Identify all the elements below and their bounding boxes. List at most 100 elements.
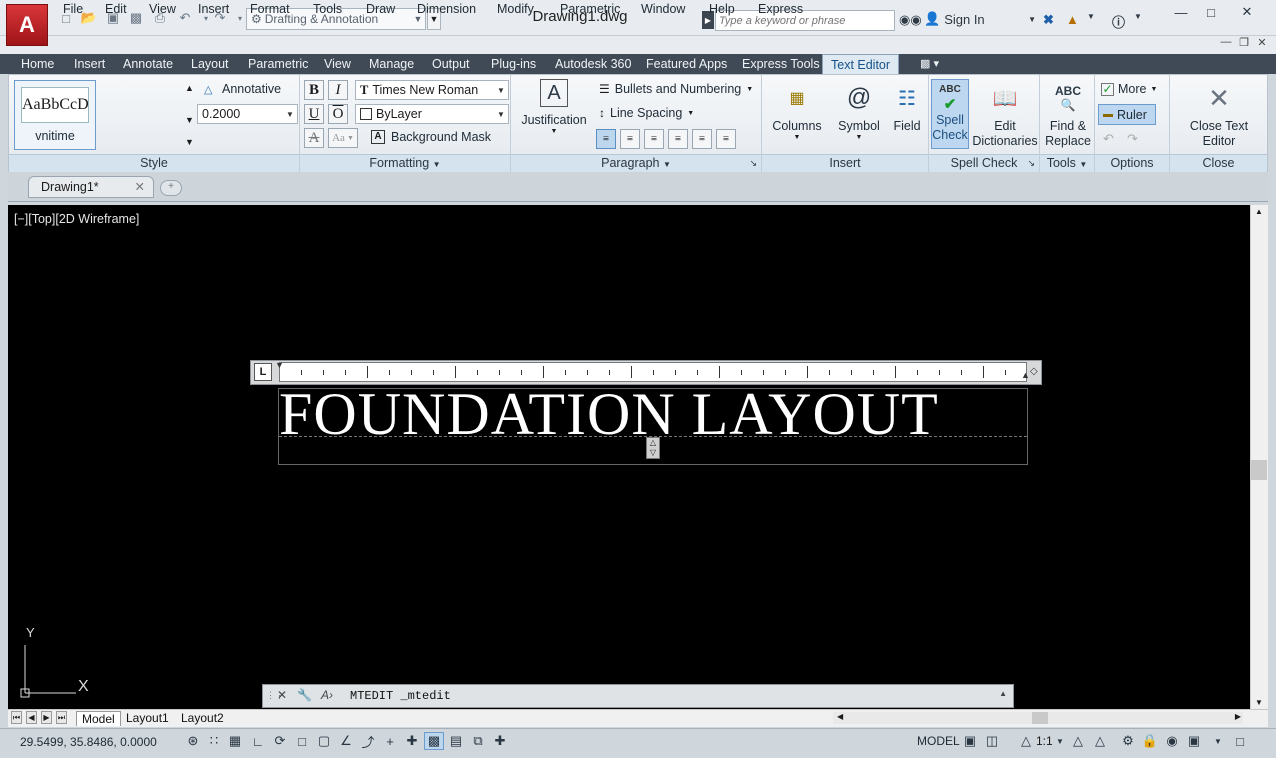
close-window-button[interactable]: ✕ [1232, 2, 1262, 22]
menu-tools[interactable]: Tools [313, 0, 342, 18]
infer-constraints-icon[interactable]: ⊛ [183, 732, 203, 750]
underline-button[interactable]: U [304, 104, 324, 124]
tab-output[interactable]: Output [432, 54, 470, 74]
quick-properties-icon[interactable]: ▤ [446, 732, 466, 750]
search-input[interactable] [715, 10, 895, 31]
new-drawing-tab-button[interactable]: + [160, 180, 182, 196]
lock-icon[interactable]: 🔒 [1140, 732, 1160, 750]
undo-icon[interactable]: ↶ [1103, 131, 1114, 147]
tools-panel-title[interactable]: Tools ▼ [1040, 154, 1094, 172]
workspace-switching-icon[interactable]: ⚙ [1118, 732, 1138, 750]
vertical-scroll-thumb[interactable] [1251, 460, 1267, 480]
font-combo[interactable]: T Times New Roman ▼ [355, 80, 509, 100]
hardware-acceleration-icon[interactable]: ▣ [1184, 732, 1204, 750]
application-menu-button[interactable]: A [6, 4, 48, 46]
tab-layout[interactable]: Layout [191, 54, 229, 74]
text-height-combo[interactable]: 0.2000 ▼ [197, 104, 298, 124]
annotation-visibility-icon[interactable]: △ [1068, 732, 1088, 750]
close-icon[interactable]: ✕ [277, 688, 287, 702]
document-restore-button[interactable]: ❐ [1236, 36, 1252, 50]
formatting-panel-title[interactable]: Formatting ▼ [300, 154, 510, 172]
tab-plug-ins[interactable]: Plug-ins [491, 54, 536, 74]
columns-button[interactable]: ▦ Columns ▼ [769, 81, 825, 141]
tab-annotate[interactable]: Annotate [123, 54, 173, 74]
tab-parametric[interactable]: Parametric [248, 54, 308, 74]
menu-window[interactable]: Window [641, 0, 685, 18]
dynamic-ucs-icon[interactable]: ⤴ [358, 732, 378, 750]
menu-edit[interactable]: Edit [105, 0, 127, 18]
snap-mode-icon[interactable]: ∷ [204, 732, 224, 750]
change-case-button[interactable]: Aa ▼ [328, 128, 358, 148]
italic-button[interactable]: I [328, 80, 348, 100]
selection-cycling-icon[interactable]: ⧉ [468, 732, 488, 750]
annotation-scale-icon[interactable]: △ [1016, 732, 1036, 750]
layout-tab-model[interactable]: Model [76, 711, 121, 726]
tab-manage[interactable]: Manage [369, 54, 414, 74]
undo-icon[interactable]: ↶ [177, 10, 193, 26]
close-text-editor-button[interactable]: ✕ Close Text Editor [1173, 81, 1265, 149]
horizontal-scroll-thumb[interactable] [1032, 712, 1048, 724]
paragraph-panel-title[interactable]: Paragraph ▼ ↘ [511, 154, 761, 172]
coordinates-readout[interactable]: 29.5499, 35.8486, 0.0000 [20, 735, 157, 749]
previous-layout-icon[interactable]: ◀ [26, 711, 37, 724]
clean-screen-icon[interactable]: □ [1230, 732, 1250, 750]
binoculars-icon[interactable]: ◉◉ [899, 12, 922, 28]
spell-check-panel-title[interactable]: Spell Check ↘ [929, 154, 1039, 172]
quick-view-drawings-icon[interactable]: ◫ [982, 732, 1002, 750]
menu-parametric[interactable]: Parametric [560, 0, 620, 18]
transparency-icon[interactable]: ▩ [424, 732, 444, 750]
align-distribute-icon[interactable]: ≡ [716, 129, 736, 149]
height-resize-handle[interactable]: △ ▽ [646, 437, 660, 459]
help-icon[interactable]: ⓘ [1112, 12, 1125, 31]
viewport-controls-label[interactable]: [−][Top][2D Wireframe] [14, 212, 139, 226]
gallery-scroll-up-icon[interactable]: ▲ [185, 83, 194, 93]
dynamic-input-icon[interactable]: + [380, 732, 400, 750]
object-snap-icon[interactable]: □ [292, 732, 312, 750]
auto-scale-icon[interactable]: △ [1090, 732, 1110, 750]
mtext-content[interactable]: FOUNDATION LAYOUT [279, 380, 939, 449]
indent-marker-icon[interactable]: ▼ [275, 360, 284, 370]
tab-autodesk-360[interactable]: Autodesk 360 [555, 54, 631, 74]
annotation-monitor-icon[interactable]: ✚ [490, 732, 510, 750]
text-color-combo[interactable]: ByLayer ▼ [355, 104, 509, 124]
chevron-down-icon[interactable]: ▼ [1087, 12, 1095, 21]
menu-modify[interactable]: Modify [497, 0, 534, 18]
chevron-down-icon[interactable]: ▼ [1134, 12, 1142, 21]
justification-button[interactable]: A Justification ▼ [517, 79, 591, 135]
right-margin-marker-icon[interactable]: ▲ [1021, 370, 1030, 380]
lineweight-icon[interactable]: ✚ [402, 732, 422, 750]
bold-button[interactable]: B [304, 80, 324, 100]
ribbon-minimize-toggle-icon[interactable]: ▩ ▾ [920, 54, 939, 74]
tab-text-editor[interactable]: Text Editor [822, 54, 900, 74]
annotative-label[interactable]: Annotative [222, 82, 281, 96]
edit-dictionaries-button[interactable]: 📖 Edit Dictionaries [971, 81, 1039, 149]
menu-draw[interactable]: Draw [366, 0, 395, 18]
strikethrough-button[interactable]: A [304, 128, 324, 148]
sign-in-button[interactable]: 👤 Sign In ▼ [924, 11, 1036, 27]
wrench-icon[interactable]: 🔧 [297, 688, 312, 702]
align-default-icon[interactable]: ≡ [596, 129, 616, 149]
minimize-button[interactable]: — [1166, 2, 1196, 22]
align-center-icon[interactable]: ≡ [644, 129, 664, 149]
tab-featured-apps[interactable]: Featured Apps [646, 54, 727, 74]
3d-object-snap-icon[interactable]: ▢ [314, 732, 334, 750]
menu-file[interactable]: File [63, 0, 83, 18]
exchange-apps-icon[interactable]: ✖ [1043, 12, 1054, 28]
tab-express-tools[interactable]: Express Tools [742, 54, 820, 74]
tab-view[interactable]: View [324, 54, 351, 74]
gallery-scroll-down-icon[interactable]: ▼ [185, 115, 194, 125]
align-right-icon[interactable]: ≡ [668, 129, 688, 149]
menu-dimension[interactable]: Dimension [417, 0, 476, 18]
tab-type-icon[interactable]: L [254, 363, 272, 381]
tab-insert[interactable]: Insert [74, 54, 105, 74]
align-justify-icon[interactable]: ≡ [692, 129, 712, 149]
menu-insert[interactable]: Insert [198, 0, 229, 18]
width-handle-icon[interactable]: ◇ [1030, 366, 1038, 377]
next-layout-icon[interactable]: ▶ [41, 711, 52, 724]
scroll-up-icon[interactable]: ▲ [1255, 207, 1263, 216]
menu-format[interactable]: Format [250, 0, 290, 18]
close-icon[interactable]: ✕ [135, 177, 145, 197]
maximize-button[interactable]: □ [1196, 2, 1226, 22]
spell-check-button[interactable]: ABC ✔ Spell Check [931, 79, 969, 149]
layout-tab-layout2[interactable]: Layout2 [181, 711, 224, 726]
